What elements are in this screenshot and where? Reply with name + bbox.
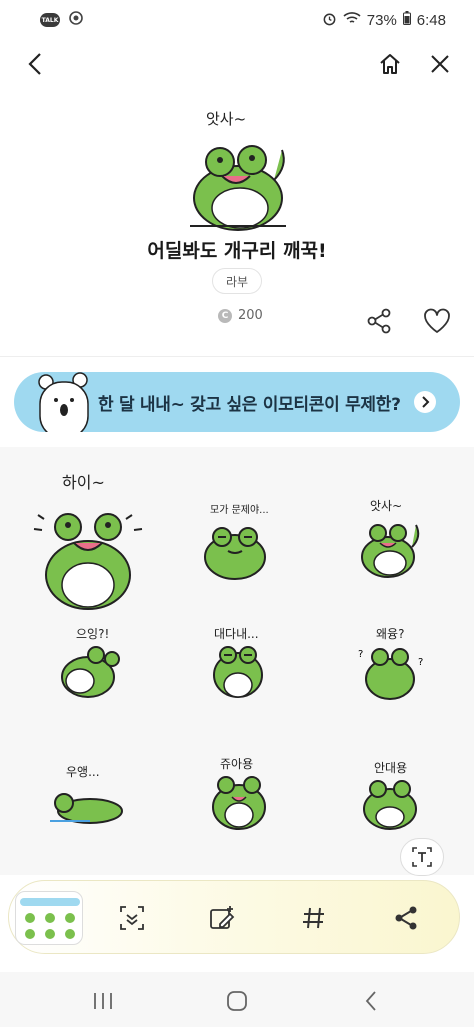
sticker-frog[interactable]: [360, 777, 420, 831]
sticker-caption: 앗사~: [370, 499, 403, 513]
coin-icon: C: [218, 308, 232, 323]
sticker-caption: 으잉?!: [76, 627, 110, 641]
svg-text:?: ?: [358, 649, 363, 660]
sticker-frog[interactable]: [52, 641, 126, 701]
sticker-caption: 모가 문제야...: [210, 505, 269, 516]
sticker-caption: 하이~: [62, 473, 105, 492]
battery-icon: [402, 11, 411, 29]
home-icon[interactable]: [372, 46, 408, 82]
clock: 6:48: [416, 11, 446, 29]
svg-text:?: ?: [418, 657, 423, 668]
settings-icon: [68, 10, 84, 30]
battery-level: 73%: [366, 11, 397, 29]
chevron-right-icon: [414, 391, 436, 413]
text-scan-icon: [412, 847, 432, 867]
share-icon: [367, 308, 391, 334]
sticker-frog[interactable]: [208, 773, 270, 831]
top-navigation: [0, 40, 474, 84]
sticker-caption: 쥬아용: [220, 757, 254, 771]
system-navigation-bar: [0, 972, 474, 1027]
share-button[interactable]: [364, 306, 394, 336]
price: C 200: [218, 308, 263, 323]
hashtag-icon: [303, 907, 324, 929]
share-icon: [395, 906, 417, 930]
draw-button[interactable]: [207, 903, 237, 933]
back-nav-icon[interactable]: [356, 986, 386, 1016]
sticker-caption: 대다내...: [214, 627, 259, 641]
screenshot-thumbnail[interactable]: [15, 891, 83, 945]
heart-icon: [424, 308, 450, 333]
capture-toolbar: [8, 880, 460, 954]
divider: [0, 356, 474, 357]
scroll-capture-button[interactable]: [117, 903, 147, 933]
sticker-frog[interactable]: ??: [356, 643, 426, 701]
status-bar: TALK 73% 6:48: [0, 0, 474, 40]
sticker-grid: 하이~ 모가 문제야... 앗사~ 으잉?! 대다내... 왜융? ?? 우앵.…: [0, 447, 474, 875]
close-icon[interactable]: [422, 46, 458, 82]
sticker-frog[interactable]: [208, 641, 268, 701]
recents-icon[interactable]: [88, 986, 118, 1016]
edit-icon: [210, 906, 235, 929]
subscription-banner[interactable]: 한 달 내내~ 갖고 싶은 이모티콘이 무제한?: [14, 372, 460, 432]
text-extract-button[interactable]: [400, 838, 444, 876]
toolbar-share-button[interactable]: [391, 903, 421, 933]
sticker-frog[interactable]: [352, 513, 432, 583]
author-chip[interactable]: 라부: [212, 268, 262, 294]
sticker-frog[interactable]: [46, 785, 126, 827]
alarm-icon: [322, 11, 337, 30]
banner-text: 한 달 내내~ 갖고 싶은 이모티콘이 무제한?: [98, 395, 401, 415]
like-button[interactable]: [422, 306, 452, 336]
scan-icon: [120, 906, 144, 930]
sticker-frog[interactable]: [28, 495, 148, 615]
bear-illustration: [38, 372, 89, 432]
kakaotalk-icon: TALK: [40, 13, 60, 27]
sticker-caption: 우앵...: [66, 765, 100, 779]
hero-frog-sticker: [190, 145, 286, 231]
sticker-frog[interactable]: [190, 515, 280, 585]
sticker-caption: 왜융?: [376, 627, 405, 641]
emoticon-title: 어딜봐도 개구리 깨꾹!: [147, 240, 327, 262]
price-amount: 200: [238, 308, 263, 323]
wifi-icon: [343, 11, 361, 29]
sticker-caption: 안대용: [374, 761, 408, 775]
back-icon[interactable]: [18, 46, 54, 82]
tag-button[interactable]: [299, 903, 329, 933]
home-nav-icon[interactable]: [222, 986, 252, 1016]
